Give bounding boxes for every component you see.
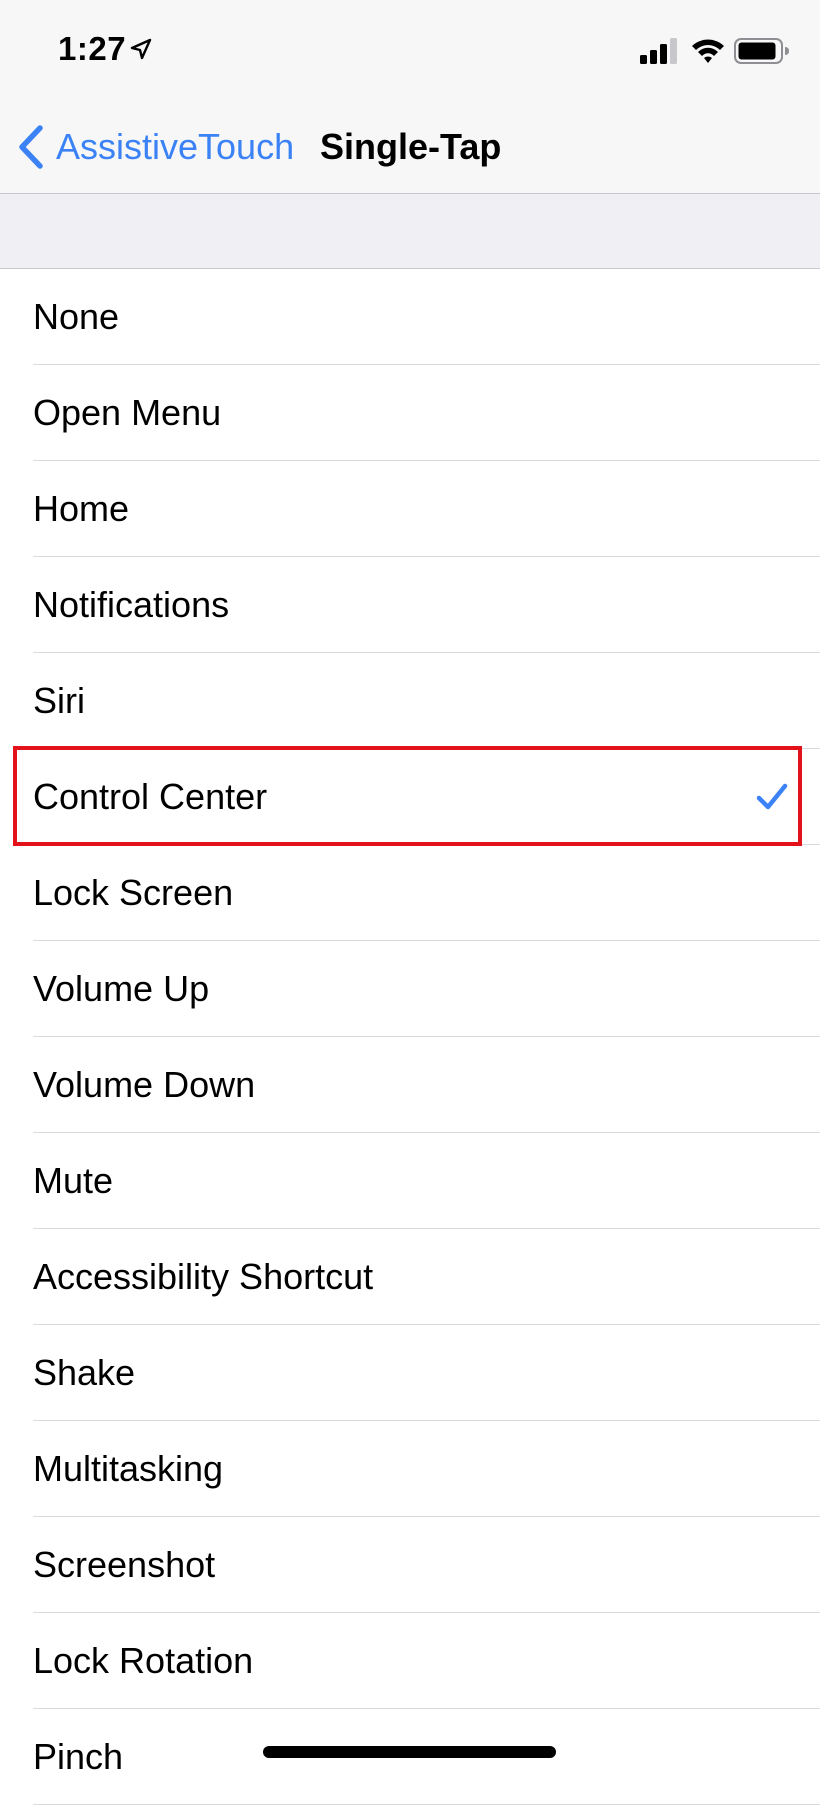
option-label: Siri xyxy=(33,680,85,721)
option-label: Home xyxy=(33,488,130,529)
option-label: Multitasking xyxy=(33,1448,224,1489)
option-label: None xyxy=(33,296,120,337)
option-label: Notifications xyxy=(33,584,230,625)
list-item-none[interactable]: None xyxy=(0,269,820,365)
option-label: Shake xyxy=(33,1352,136,1393)
page-title: Single-Tap xyxy=(320,126,502,167)
option-label: Pinch xyxy=(33,1736,124,1777)
option-label: Volume Down xyxy=(33,1064,256,1105)
option-label: Open Menu xyxy=(33,392,222,433)
back-button[interactable]: AssistiveTouch xyxy=(16,122,294,172)
option-label: Lock Screen xyxy=(33,872,234,913)
status-bar: 1:27 xyxy=(0,0,820,100)
option-label: Accessibility Shortcut xyxy=(33,1256,374,1297)
list-item-control-center[interactable]: Control Center xyxy=(0,749,820,845)
navigation-bar: AssistiveTouch Single-Tap xyxy=(0,100,820,194)
location-arrow-icon xyxy=(130,38,152,60)
list-item-notifications[interactable]: Notifications xyxy=(0,557,820,653)
section-header-spacer xyxy=(0,194,820,269)
list-item-multitasking[interactable]: Multitasking xyxy=(0,1421,820,1517)
list-item-home[interactable]: Home xyxy=(0,461,820,557)
list-item-mute[interactable]: Mute xyxy=(0,1133,820,1229)
home-indicator[interactable] xyxy=(263,1746,556,1758)
list-item-open-menu[interactable]: Open Menu xyxy=(0,365,820,461)
single-tap-action-list: None Open Menu Home Notifications Siri C… xyxy=(0,269,820,1805)
list-item-lock-screen[interactable]: Lock Screen xyxy=(0,845,820,941)
list-item-lock-rotation[interactable]: Lock Rotation xyxy=(0,1613,820,1709)
list-item-volume-up[interactable]: Volume Up xyxy=(0,941,820,1037)
cellular-signal-icon xyxy=(640,38,677,64)
list-item-screenshot[interactable]: Screenshot xyxy=(0,1517,820,1613)
back-button-label: AssistiveTouch xyxy=(56,126,295,167)
option-label: Volume Up xyxy=(33,968,210,1009)
wifi-icon xyxy=(692,39,724,63)
option-label: Screenshot xyxy=(33,1544,216,1585)
checkmark-icon xyxy=(756,783,788,810)
list-item-shake[interactable]: Shake xyxy=(0,1325,820,1421)
list-item-volume-down[interactable]: Volume Down xyxy=(0,1037,820,1133)
battery-icon xyxy=(734,38,789,64)
list-item-siri[interactable]: Siri xyxy=(0,653,820,749)
list-item-accessibility-shortcut[interactable]: Accessibility Shortcut xyxy=(0,1229,820,1325)
status-time: 1:27 xyxy=(58,30,127,67)
option-label: Control Center xyxy=(33,776,268,817)
chevron-left-icon xyxy=(19,125,43,169)
option-label: Mute xyxy=(33,1160,114,1201)
option-label: Lock Rotation xyxy=(33,1640,254,1681)
